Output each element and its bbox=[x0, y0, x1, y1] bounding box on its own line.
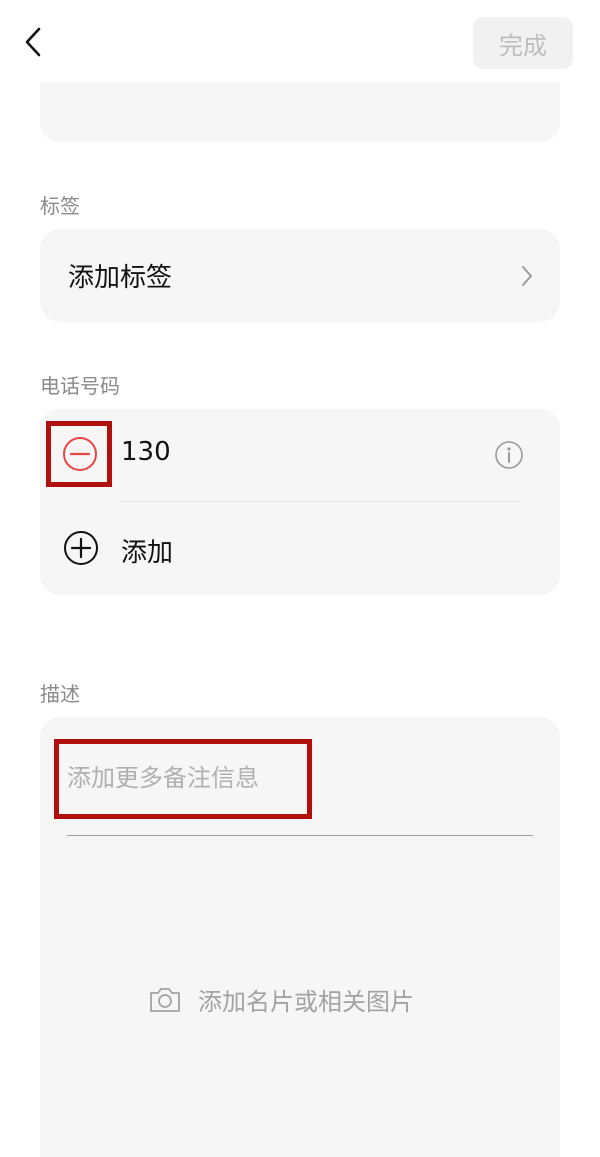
remove-highlight-box bbox=[46, 421, 112, 487]
add-photo-label: 添加名片或相关图片 bbox=[198, 988, 414, 1016]
add-phone-row[interactable]: 添加 bbox=[40, 502, 560, 595]
description-section-label: 描述 bbox=[40, 682, 80, 706]
phone-section-label: 电话号码 bbox=[40, 374, 120, 398]
phone-number-value[interactable]: 130 bbox=[121, 437, 171, 467]
add-phone-label: 添加 bbox=[121, 538, 174, 568]
note-highlight-box bbox=[54, 739, 312, 819]
chevron-right-icon bbox=[522, 265, 532, 286]
plus-circle-icon bbox=[64, 531, 98, 565]
description-card: 添加名片或相关图片 bbox=[40, 717, 560, 1157]
phone-card: 130 添加 bbox=[40, 409, 560, 595]
add-phone-icon-wrap bbox=[62, 529, 100, 567]
back-button[interactable] bbox=[14, 20, 54, 64]
add-photo-button[interactable]: 添加名片或相关图片 bbox=[148, 982, 414, 1017]
phone-info-button[interactable] bbox=[494, 440, 524, 470]
note-underline bbox=[67, 835, 533, 836]
top-field-card[interactable] bbox=[40, 82, 560, 142]
phone-number-row: 130 bbox=[40, 409, 560, 501]
camera-icon bbox=[150, 987, 180, 1012]
add-tag-label: 添加标签 bbox=[68, 263, 173, 293]
chevron-left-icon bbox=[25, 27, 41, 57]
info-icon bbox=[495, 441, 523, 469]
add-tag-row[interactable]: 添加标签 bbox=[40, 229, 560, 322]
tags-section-label: 标签 bbox=[40, 194, 80, 218]
done-button[interactable]: 完成 bbox=[473, 17, 573, 69]
